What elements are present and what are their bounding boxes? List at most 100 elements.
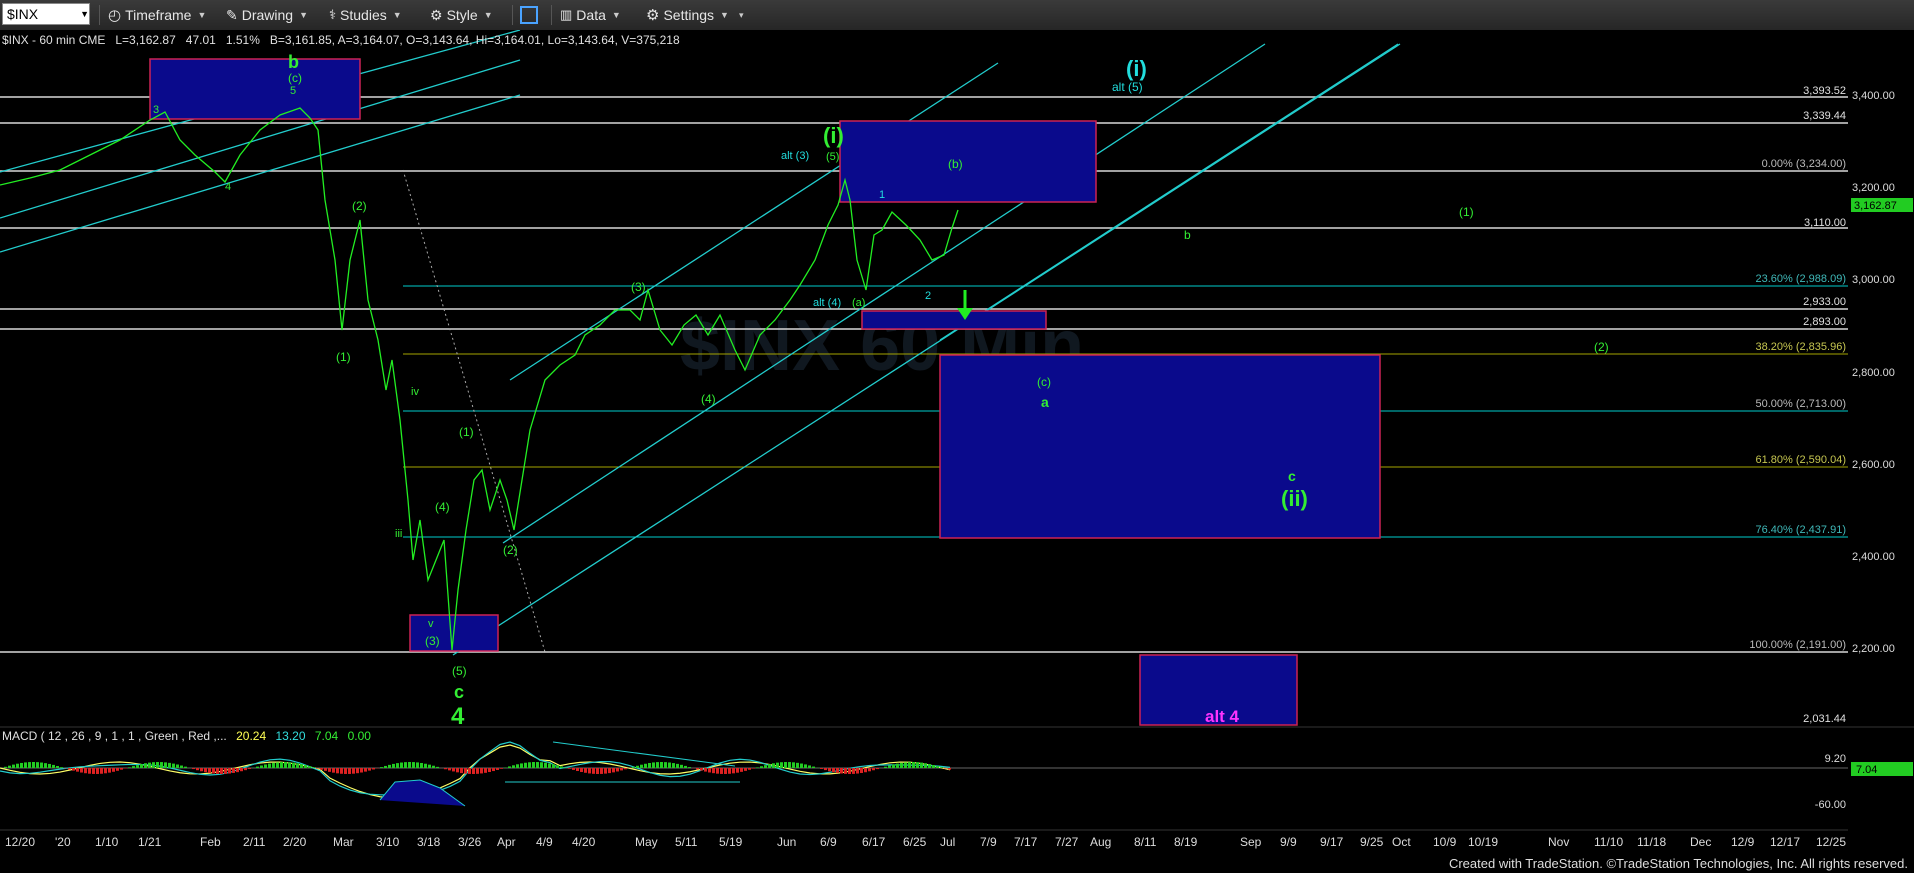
level-label: 2,893.00 (1803, 316, 1846, 328)
wave-label: c (454, 682, 464, 702)
macd-histogram-bar (676, 763, 679, 768)
macd-histogram-bar (580, 768, 583, 772)
timeframe-label: Timeframe (125, 7, 192, 23)
y-tick: 3,000.00 (1852, 274, 1895, 286)
macd-histogram-bar (164, 762, 167, 768)
macd-histogram-bar (512, 765, 515, 768)
macd-histogram-bar (388, 764, 391, 768)
macd-histogram-bar (772, 763, 775, 768)
macd-histogram-bar (348, 768, 351, 774)
macd-histogram-bar (940, 767, 943, 768)
quote-open: O=3,143.64 (406, 33, 470, 47)
x-tick: Apr (497, 835, 516, 849)
macd-histogram-bar (884, 766, 887, 768)
toolbar-divider (99, 5, 100, 25)
studies-menu[interactable]: ⚕ Studies ▼ (329, 4, 402, 26)
chevron-down-icon[interactable]: ▼ (80, 9, 89, 19)
macd-value-3: 7.04 (314, 729, 339, 743)
chart-canvas[interactable]: $INX 60 Min 3,400.00 3,200.00 3,000.00 2… (0, 30, 1914, 873)
macd-histogram-bar (500, 768, 503, 769)
style-menu[interactable]: ⚙ Style ▼ (430, 4, 493, 26)
x-tick: Aug (1090, 835, 1111, 849)
macd-histogram-bar (776, 762, 779, 768)
macd-histogram-bar (160, 762, 163, 768)
wave-label: a (1041, 394, 1049, 410)
macd-histogram-bar (632, 766, 635, 768)
macd-histogram-bar (804, 764, 807, 768)
macd-histogram-bar (272, 762, 275, 768)
symbol-input[interactable]: $INX ▼ (2, 3, 90, 25)
x-tick: 2/20 (283, 835, 307, 849)
macd-histogram-bar (24, 762, 27, 768)
macd-histogram-bar (424, 763, 427, 768)
macd-histogram-bar (16, 763, 19, 768)
layout-button[interactable] (520, 4, 538, 26)
macd-histogram-bar (860, 768, 863, 773)
macd-histogram-bar (288, 762, 291, 768)
macd-histogram-bar (824, 768, 827, 771)
macd-histogram-bar (200, 768, 203, 772)
macd-histogram-bar (340, 768, 343, 774)
wave-label: alt 4 (1205, 707, 1240, 726)
drawing-menu[interactable]: ✎ Drawing ▼ (226, 4, 308, 26)
macd-histogram-bar (716, 768, 719, 774)
macd-histogram-bar (84, 768, 87, 774)
macd-value-1: 20.24 (236, 729, 267, 743)
macd-histogram-bar (120, 768, 123, 770)
fib-label: 38.20% (2,835.96) (1755, 341, 1846, 353)
macd-histogram-bar (384, 765, 387, 768)
macd-histogram-bar (116, 768, 119, 771)
x-tick: 5/19 (719, 835, 743, 849)
macd-histogram-bar (184, 766, 187, 768)
x-tick: 8/11 (1134, 835, 1157, 849)
macd-histogram-bar (480, 768, 483, 774)
studies-label: Studies (340, 7, 387, 23)
macd-histogram-bar (612, 768, 615, 773)
macd-histogram-bar (488, 768, 491, 773)
macd-histogram-bar (660, 762, 663, 768)
macd-histogram-bar (416, 762, 419, 768)
macd-histogram-bar (452, 768, 455, 772)
macd-histogram-bar (856, 768, 859, 774)
quote-last: L=3,162.87 (115, 33, 176, 47)
y-tick: 2,600.00 (1852, 459, 1895, 471)
macd-indicator (0, 741, 1848, 807)
quote-line: $INX - 60 min CME L=3,162.87 47.01 1.51%… (2, 33, 680, 47)
macd-histogram-bar (684, 765, 687, 768)
macd-histogram-bar (172, 763, 175, 768)
macd-histogram-bar (640, 764, 643, 768)
macd-histogram-bar (496, 768, 499, 770)
macd-histogram-bar (476, 768, 479, 774)
wave-label: (4) (701, 392, 716, 406)
macd-histogram-bar (728, 768, 731, 774)
x-tick: 7/9 (980, 835, 997, 849)
macd-histogram-bar (244, 768, 247, 771)
settings-menu[interactable]: ⚙ Settings ▼ ▾ (646, 4, 744, 26)
macd-histogram-bar (592, 768, 595, 774)
studies-icon: ⚕ (329, 7, 337, 22)
macd-histogram-bar (268, 763, 271, 768)
box-b (149, 58, 361, 120)
wave-label: v (428, 618, 434, 630)
macd-histogram-bar (528, 762, 531, 768)
macd-histogram-bar (224, 768, 227, 774)
chevron-down-icon: ▼ (197, 10, 207, 20)
data-menu[interactable]: ▥ Data ▼ (560, 4, 621, 26)
macd-histogram-bar (896, 763, 899, 768)
macd-histogram-bar (812, 766, 815, 768)
macd-histogram-bar (88, 768, 91, 774)
x-tick: Sep (1240, 835, 1262, 849)
macd-histogram-bar (744, 768, 747, 771)
macd-histogram-bar (176, 764, 179, 768)
macd-histogram-bar (96, 768, 99, 774)
price-chart[interactable]: $INX 60 Min 3,400.00 3,200.00 3,000.00 2… (0, 30, 1914, 873)
macd-label: MACD ( 12 , 26 , 9 , 1 , 1 , Green , Red… (2, 729, 371, 743)
macd-histogram-bar (148, 762, 151, 768)
macd-histogram-bar (192, 768, 195, 770)
timeframe-menu[interactable]: ◴ Timeframe ▼ (108, 4, 206, 26)
macd-histogram-bar (732, 768, 735, 774)
x-tick: 3/26 (458, 835, 482, 849)
chevron-down-icon: ▼ (299, 10, 309, 20)
quote-change: 47.01 (185, 33, 216, 47)
macd-histogram-bar (608, 768, 611, 774)
